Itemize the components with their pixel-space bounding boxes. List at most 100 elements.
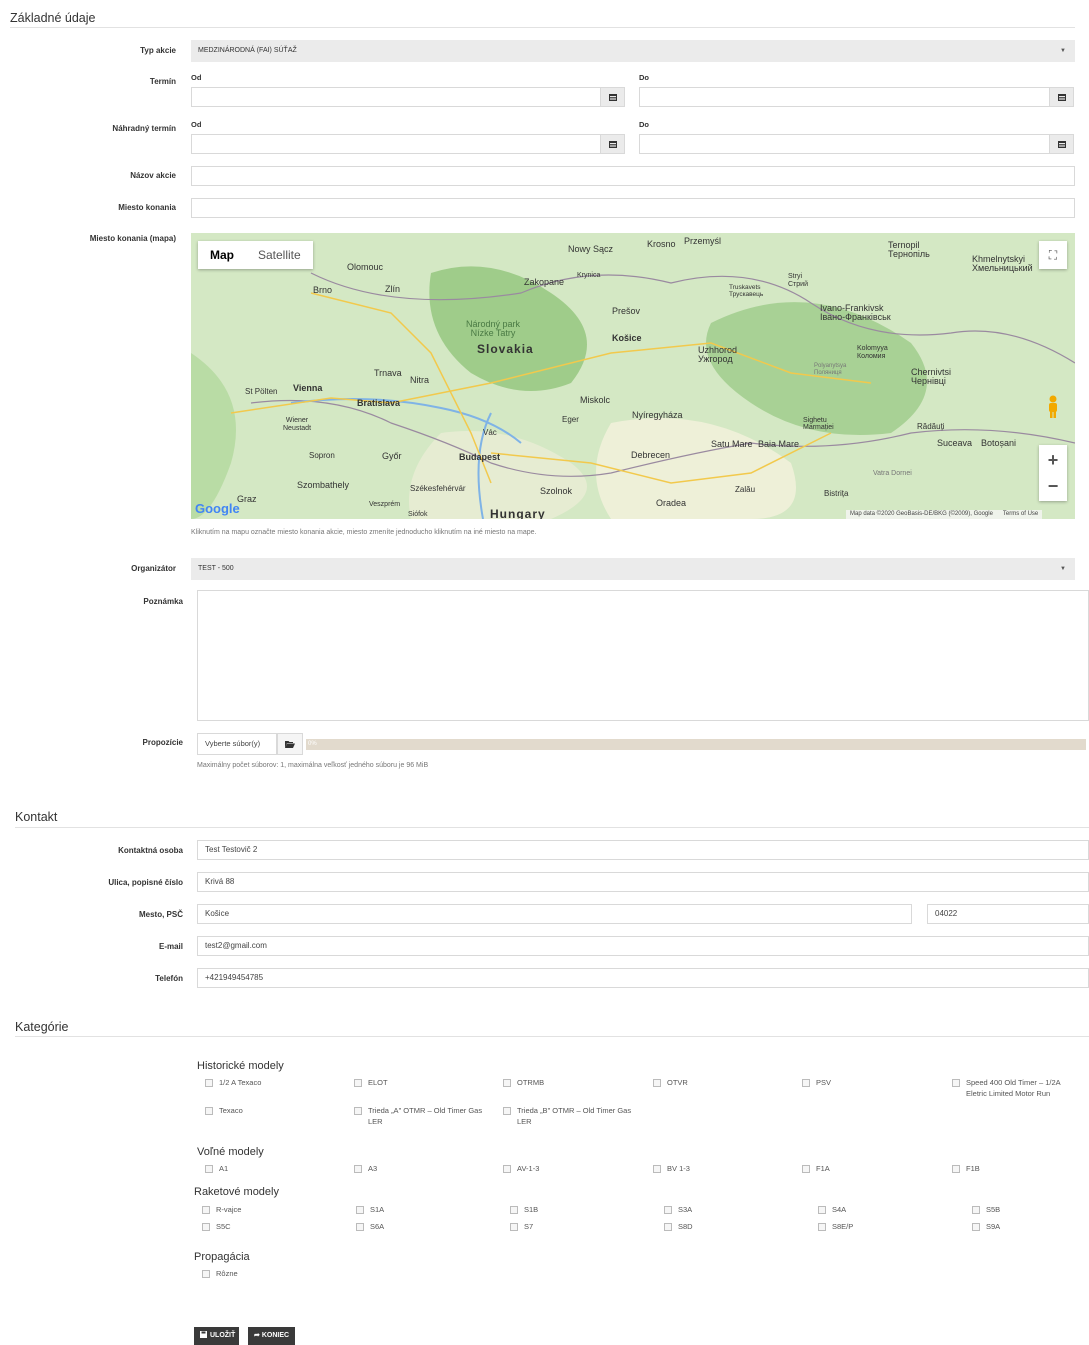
checkbox[interactable] [802,1164,810,1173]
terms-link[interactable]: Terms of Use [1003,511,1038,518]
fullscreen-button[interactable]: ⛶ [1039,241,1067,269]
category-checkbox[interactable]: S5B [972,1204,1000,1215]
section-title-categories: Kategórie [15,1020,69,1034]
venue-map[interactable]: Map Satellite ⛶ + − Olomouc Brno Zlín No… [191,233,1075,519]
map-label: Győr [382,451,402,461]
checkbox[interactable] [664,1222,672,1231]
phone-input[interactable]: +421949454785 [197,968,1089,988]
category-checkbox[interactable]: F1A [802,1163,830,1174]
category-checkbox[interactable]: S8E/P [818,1221,853,1232]
checkbox[interactable] [503,1164,511,1173]
attribution-text: Map data ©2020 GeoBasis-DE/BKG (©2009), … [850,511,993,517]
checkbox-label: F1B [966,1164,980,1173]
zip-input[interactable]: 04022 [927,904,1089,924]
note-label: Poznámka [143,597,183,606]
checkbox[interactable] [205,1078,213,1087]
note-textarea[interactable] [197,590,1089,721]
category-checkbox[interactable]: S6A [356,1221,384,1232]
checkbox[interactable] [202,1205,210,1214]
term-from-input[interactable] [191,87,601,107]
calendar-button[interactable] [1049,87,1074,107]
organizer-select[interactable]: TEST - 500 ▼ [191,558,1075,580]
checkbox[interactable] [356,1222,364,1231]
category-checkbox[interactable]: S1A [356,1204,384,1215]
checkbox[interactable] [354,1164,362,1173]
event-name-input[interactable] [191,166,1075,186]
category-checkbox[interactable]: A3 [354,1163,377,1174]
checkbox[interactable] [503,1078,511,1087]
checkbox[interactable] [202,1269,210,1278]
file-select-button[interactable]: Vyberte súbor(y) [197,733,277,755]
category-checkbox[interactable]: S8D [664,1221,693,1232]
checkbox[interactable] [354,1106,362,1115]
calendar-button[interactable] [600,87,625,107]
term-to-input[interactable] [639,87,1050,107]
checkbox[interactable] [972,1222,980,1231]
street-input[interactable]: Krivá 88 [197,872,1089,892]
save-button[interactable]: ULOŽIŤ [194,1327,240,1345]
category-checkbox[interactable]: Rôzne [202,1268,238,1279]
satellite-tab[interactable]: Satellite [246,241,313,269]
checkbox-label: S3A [678,1205,693,1214]
folder-button[interactable] [277,733,303,755]
checkbox[interactable] [818,1205,826,1214]
calendar-icon [608,141,617,148]
category-checkbox[interactable]: AV-1-3 [503,1163,539,1174]
email-input[interactable]: test2@gmail.com [197,936,1089,956]
category-checkbox[interactable]: ELOT [354,1077,388,1088]
category-checkbox[interactable]: F1B [952,1163,980,1174]
map-label: Khmelnytskyi Хмельницький [972,254,1033,273]
category-checkbox[interactable]: S4A [818,1204,846,1215]
category-checkbox[interactable]: S3A [664,1204,692,1215]
zoom-in-icon[interactable]: + [1048,447,1059,473]
category-checkbox[interactable]: BV 1-3 [653,1163,690,1174]
checkbox[interactable] [653,1078,661,1087]
contact-person-input[interactable]: Test Testovič 2 [197,840,1089,860]
checkbox[interactable] [972,1205,980,1214]
checkbox[interactable] [818,1222,826,1231]
checkbox[interactable] [952,1164,960,1173]
category-checkbox[interactable]: Texaco [205,1105,243,1116]
props-label: Propozície [142,738,183,747]
checkbox[interactable] [356,1205,364,1214]
alt-from-input[interactable] [191,134,601,154]
end-button[interactable]: ➦ KONIEC [248,1327,296,1345]
pegman-button[interactable] [1039,393,1067,421]
category-checkbox[interactable]: S7 [510,1221,533,1232]
alt-to-input[interactable] [639,134,1050,154]
event-type-select[interactable]: MEDZINÁRODNÁ (FAI) SÚŤAŽ ▼ [191,40,1075,62]
venue-input[interactable] [191,198,1075,218]
checkbox[interactable] [653,1164,661,1173]
category-checkbox[interactable]: Trieda „B" OTMR – Old Timer Gas LER [503,1105,638,1127]
category-checkbox[interactable]: Speed 400 Old Timer – 1/2A Eletric Limit… [952,1077,1082,1099]
calendar-button[interactable] [600,134,625,154]
category-checkbox[interactable]: OTVR [653,1077,688,1088]
checkbox[interactable] [503,1106,511,1115]
category-checkbox[interactable]: OTRMB [503,1077,544,1088]
checkbox[interactable] [202,1222,210,1231]
category-checkbox[interactable]: PSV [802,1077,831,1088]
checkbox[interactable] [664,1205,672,1214]
checkbox[interactable] [354,1078,362,1087]
category-checkbox[interactable]: 1/2 A Texaco [205,1077,261,1088]
city-input[interactable]: Košice [197,904,912,924]
category-group-title: Voľné modely [197,1146,264,1158]
checkbox[interactable] [802,1078,810,1087]
map-label: Wiener Neustadt [283,417,312,432]
category-checkbox[interactable]: R-vajce [202,1204,241,1215]
calendar-button[interactable] [1049,134,1074,154]
checkbox[interactable] [205,1106,213,1115]
category-checkbox[interactable]: S5C [202,1221,231,1232]
checkbox-label: S4A [832,1205,847,1214]
category-checkbox[interactable]: Trieda „A" OTMR – Old Timer Gas LER [354,1105,489,1127]
map-tab[interactable]: Map [198,241,246,269]
checkbox[interactable] [510,1222,518,1231]
zoom-out-icon[interactable]: − [1048,473,1059,499]
category-checkbox[interactable]: A1 [205,1163,228,1174]
category-checkbox[interactable]: S1B [510,1204,538,1215]
checkbox[interactable] [952,1078,960,1087]
checkbox[interactable] [510,1205,518,1214]
category-checkbox[interactable]: S9A [972,1221,1000,1232]
checkbox-label: ELOT [368,1078,388,1087]
checkbox[interactable] [205,1164,213,1173]
